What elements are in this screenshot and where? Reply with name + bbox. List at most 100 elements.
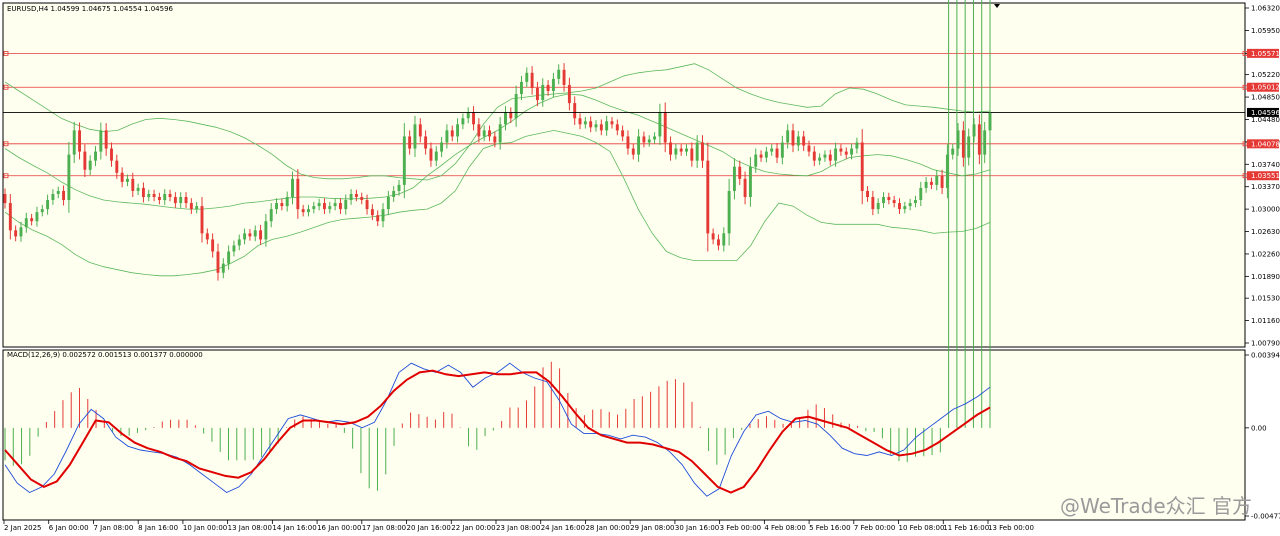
macd-panel[interactable] xyxy=(2,349,1246,521)
candle-body xyxy=(929,181,933,185)
candle-body xyxy=(429,148,433,161)
candle-body xyxy=(983,130,987,155)
candle-body xyxy=(535,87,539,101)
level-box-label-1: 1.05012 xyxy=(1251,84,1280,92)
candle-body xyxy=(775,148,779,158)
y-tick-label-8: 1.03370 xyxy=(1251,183,1280,191)
candle-body xyxy=(131,178,135,191)
x-tick-label-3: 8 Jan 16:00 xyxy=(138,524,178,532)
x-tick-label-21: 11 Feb 16:00 xyxy=(943,524,989,532)
candle-body xyxy=(67,154,71,201)
candle-body xyxy=(243,233,247,240)
candle-body xyxy=(839,148,843,152)
x-tick-label-12: 24 Jan 16:00 xyxy=(541,524,585,532)
candle-body xyxy=(8,203,12,231)
candle-body xyxy=(413,124,417,149)
candle-body xyxy=(211,239,215,252)
candle-body xyxy=(738,166,742,179)
price-panel-header: EURUSD,H4 1.04599 1.04675 1.04554 1.0459… xyxy=(7,5,174,13)
macd-panel-header: MACD(12,26,9) 0.002572 0.001513 0.001377… xyxy=(7,351,203,359)
candle-body xyxy=(62,190,66,201)
candle-body xyxy=(637,136,641,155)
x-tick-label-19: 7 Feb 00:00 xyxy=(854,524,895,532)
candle-body xyxy=(189,203,193,210)
candle-body xyxy=(780,142,784,158)
candle-body xyxy=(940,175,944,188)
candle-body xyxy=(770,148,774,152)
candle-body xyxy=(717,239,720,246)
candle-body xyxy=(248,233,252,237)
candle-body xyxy=(301,209,305,213)
y-tick-label-0: 1.06320 xyxy=(1251,5,1280,13)
candle-body xyxy=(573,103,577,119)
candle-body xyxy=(232,245,236,252)
candle-body xyxy=(594,124,598,128)
candle-body xyxy=(323,203,326,210)
candle-body xyxy=(35,212,39,222)
x-tick-label-1: 6 Jan 00:00 xyxy=(49,524,89,532)
candle-body xyxy=(578,118,582,125)
candle-body xyxy=(509,112,513,119)
current-price-label: 1.04596 xyxy=(1251,109,1280,117)
candle-body xyxy=(844,151,848,155)
candle-body xyxy=(546,84,550,91)
candle-body xyxy=(759,154,763,158)
x-tick-label-0: 2 Jan 2025 xyxy=(4,524,42,532)
candle-body xyxy=(424,136,428,149)
price-axis: 1.06320 1.05950 1.05571 1.05220 1.04850 1.044… xyxy=(1245,5,1280,348)
candle-body xyxy=(147,193,151,198)
candle-body xyxy=(450,130,454,137)
price-panel[interactable] xyxy=(2,2,1246,348)
level-box-label-0: 1.05571 xyxy=(1251,50,1280,58)
watermark: @WeTrade众汇 官方 xyxy=(1060,494,1252,518)
candle-body xyxy=(871,197,875,210)
candle-body xyxy=(264,221,268,240)
candle-body xyxy=(110,148,113,161)
candle-body xyxy=(977,124,981,155)
candle-body xyxy=(3,193,7,204)
candle-body xyxy=(205,233,209,240)
candle-body xyxy=(557,69,561,79)
y-tick-label-4: 1.04850 xyxy=(1251,94,1280,102)
candle-body xyxy=(663,112,667,143)
candle-body xyxy=(695,142,699,161)
x-tick-label-6: 14 Jan 16:00 xyxy=(272,524,316,532)
candle-body xyxy=(850,148,854,155)
y-tick-label-5: 1.04480 xyxy=(1251,116,1280,124)
candle-body xyxy=(823,154,827,158)
x-tick-label-10: 22 Jan 00:00 xyxy=(451,524,495,532)
candle-body xyxy=(802,136,806,146)
candle-body xyxy=(408,136,412,149)
candle-body xyxy=(221,263,225,273)
x-tick-label-18: 5 Feb 16:00 xyxy=(809,524,850,532)
level-box-label-2: 1.04078 xyxy=(1251,140,1280,148)
candle-body xyxy=(855,142,859,149)
candle-body xyxy=(748,166,752,198)
candle-body xyxy=(669,142,672,155)
x-tick-label-8: 17 Jan 08:00 xyxy=(362,524,406,532)
candle-body xyxy=(887,197,891,201)
candle-body xyxy=(157,197,161,201)
candle-body xyxy=(259,230,263,240)
x-tick-label-2: 7 Jan 08:00 xyxy=(93,524,133,532)
x-tick-label-5: 13 Jan 08:00 xyxy=(228,524,272,532)
candle-body xyxy=(280,203,284,207)
candle-body xyxy=(514,94,518,119)
candle-body xyxy=(466,112,470,119)
candle-body xyxy=(354,193,358,198)
candle-body xyxy=(14,230,18,237)
candle-body xyxy=(791,130,795,146)
y-tick-label-15: 1.00790 xyxy=(1251,340,1280,348)
candle-body xyxy=(56,190,60,194)
candle-body xyxy=(504,112,507,125)
candle-body xyxy=(237,239,241,246)
candle-body xyxy=(882,197,885,204)
candle-body xyxy=(642,136,646,143)
candle-body xyxy=(599,124,603,131)
candle-body xyxy=(488,130,491,137)
candle-body xyxy=(360,197,364,201)
candle-body xyxy=(701,142,704,161)
x-tick-label-20: 10 Feb 08:00 xyxy=(899,524,945,532)
candle-body xyxy=(589,121,593,128)
x-tick-label-14: 29 Jan 08:00 xyxy=(630,524,674,532)
